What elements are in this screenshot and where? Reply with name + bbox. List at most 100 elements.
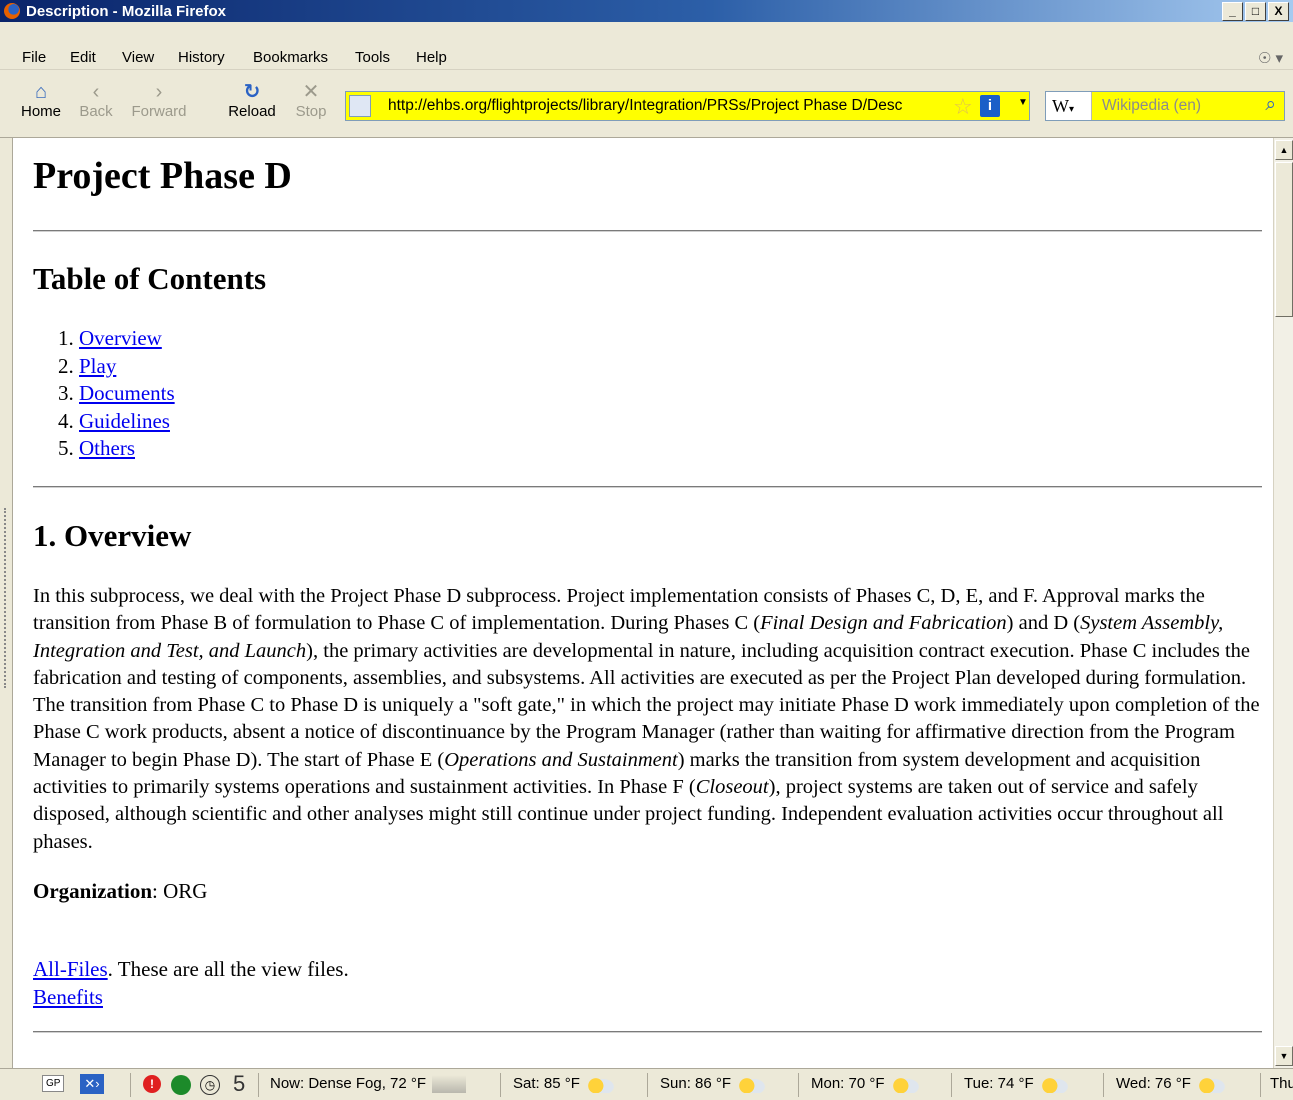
menu-bookmarks[interactable]: Bookmarks bbox=[253, 49, 328, 66]
partly-cloudy-icon bbox=[1196, 1075, 1225, 1094]
divider bbox=[1260, 1073, 1261, 1097]
divider bbox=[1103, 1073, 1104, 1097]
menu-edit[interactable]: Edit bbox=[70, 49, 96, 66]
forward-arrow-icon: › bbox=[155, 81, 163, 103]
weather-now-text: Now: Dense Fog, 72 °F bbox=[270, 1075, 427, 1092]
search-icon[interactable]: ⌕ bbox=[1265, 94, 1276, 116]
reload-button[interactable]: ↻ Reload bbox=[224, 81, 280, 120]
page-title: Project Phase D bbox=[33, 155, 292, 197]
links-block: All-Files. These are all the view files.… bbox=[33, 956, 349, 1011]
thunderstorm-icon bbox=[585, 1075, 614, 1094]
close-button[interactable]: X bbox=[1268, 2, 1289, 21]
title-bar: Description - Mozilla Firefox _ □ X bbox=[0, 0, 1293, 22]
gp-icon[interactable]: GP bbox=[42, 1075, 65, 1092]
paragraph-italic: Final Design and Fabrication bbox=[760, 612, 1007, 635]
scroll-down-button[interactable]: ▼ bbox=[1275, 1046, 1293, 1066]
toc-link-others[interactable]: Others bbox=[79, 436, 135, 460]
menu-history[interactable]: History bbox=[178, 49, 225, 66]
weather-wed[interactable]: Wed: 76 °F bbox=[1116, 1075, 1225, 1094]
search-engine-selector[interactable]: W▾ bbox=[1046, 92, 1092, 120]
list-item: 2. Play bbox=[58, 353, 175, 381]
wikipedia-icon: W bbox=[1052, 96, 1069, 116]
back-button[interactable]: ‹ Back bbox=[76, 81, 116, 120]
weather-wed-text: Wed: 76 °F bbox=[1116, 1075, 1191, 1092]
fog-icon bbox=[432, 1075, 467, 1094]
navigation-toolbar: ⌂ Home ‹ Back › Forward ↻ Reload ✕ Stop … bbox=[0, 71, 1293, 138]
alert-icon[interactable]: ! bbox=[143, 1075, 161, 1093]
weather-mon[interactable]: Mon: 70 °F bbox=[811, 1075, 919, 1094]
divider bbox=[258, 1073, 259, 1097]
url-text[interactable]: http://ehbs.org/flightprojects/library/I… bbox=[388, 97, 948, 115]
search-input[interactable]: Wikipedia (en) bbox=[1102, 97, 1201, 115]
stop-button[interactable]: ✕ Stop bbox=[292, 81, 330, 120]
globe-icon[interactable] bbox=[171, 1075, 191, 1095]
minimize-button[interactable]: _ bbox=[1222, 2, 1243, 21]
home-label: Home bbox=[20, 103, 61, 120]
list-item: 1. Overview bbox=[58, 325, 175, 353]
list-item: 4. Guidelines bbox=[58, 408, 175, 436]
overview-paragraph: In this subprocess, we deal with the Pro… bbox=[33, 583, 1262, 856]
status-bar: GP ✕› ! ◷ 5 Now: Dense Fog, 72 °F Sat: 8… bbox=[0, 1068, 1293, 1100]
divider bbox=[951, 1073, 952, 1097]
firefox-logo-icon bbox=[4, 3, 20, 19]
maximize-button[interactable]: □ bbox=[1245, 2, 1266, 21]
organization-label: Organization bbox=[33, 879, 152, 903]
stop-x-icon: ✕ bbox=[302, 81, 320, 103]
toc-link-play[interactable]: Play bbox=[79, 354, 116, 378]
weather-sun[interactable]: Sun: 86 °F bbox=[660, 1075, 766, 1094]
extension-x-icon[interactable]: ✕› bbox=[80, 1074, 104, 1094]
activity-throbber-icon: ☉ ▾ bbox=[1257, 50, 1283, 67]
info-icon[interactable]: i bbox=[980, 95, 1000, 117]
home-button[interactable]: ⌂ Home bbox=[19, 81, 63, 120]
divider bbox=[647, 1073, 648, 1097]
partly-cloudy-icon bbox=[737, 1075, 766, 1094]
back-label: Back bbox=[79, 103, 113, 120]
clock-icon[interactable]: ◷ bbox=[200, 1075, 220, 1095]
window-controls: _ □ X bbox=[1222, 2, 1289, 21]
weather-mon-text: Mon: 70 °F bbox=[811, 1075, 885, 1092]
toc-link-documents[interactable]: Documents bbox=[79, 381, 175, 405]
grip-icon bbox=[4, 508, 8, 688]
chevron-down-icon[interactable]: ▼ bbox=[1018, 97, 1028, 108]
weather-thu[interactable]: Thu bbox=[1270, 1075, 1293, 1092]
list-number: 2. bbox=[58, 353, 74, 378]
menu-help[interactable]: Help bbox=[416, 49, 447, 66]
all-files-link[interactable]: All-Files bbox=[33, 957, 108, 981]
search-bar[interactable]: W▾ Wikipedia (en) ⌕ bbox=[1045, 91, 1285, 121]
divider bbox=[500, 1073, 501, 1097]
toc-link-guidelines[interactable]: Guidelines bbox=[79, 409, 170, 433]
toc-link-overview[interactable]: Overview bbox=[79, 326, 162, 350]
weather-tue-text: Tue: 74 °F bbox=[964, 1075, 1034, 1092]
forward-button[interactable]: › Forward bbox=[126, 81, 192, 120]
menu-file[interactable]: File bbox=[22, 49, 46, 66]
scroll-up-button[interactable]: ▲ bbox=[1275, 140, 1293, 160]
vertical-scrollbar[interactable]: ▲ ▼ bbox=[1273, 138, 1293, 1068]
all-files-description: . These are all the view files. bbox=[107, 957, 349, 981]
list-item: 5. Others bbox=[58, 435, 175, 463]
list-number: 3. bbox=[58, 381, 74, 405]
organization-value: : ORG bbox=[152, 879, 208, 903]
weather-sat[interactable]: Sat: 85 °F bbox=[513, 1075, 614, 1094]
divider bbox=[33, 1031, 1262, 1033]
divider bbox=[33, 230, 1262, 232]
scroll-thumb[interactable] bbox=[1275, 162, 1293, 317]
paragraph-text: ) and D ( bbox=[1006, 612, 1081, 635]
address-bar[interactable]: http://ehbs.org/flightprojects/library/I… bbox=[345, 91, 1030, 121]
reload-icon: ↻ bbox=[243, 81, 261, 103]
divider bbox=[33, 486, 1262, 488]
weather-now[interactable]: Now: Dense Fog, 72 °F bbox=[270, 1075, 467, 1094]
weather-tue[interactable]: Tue: 74 °F bbox=[964, 1075, 1068, 1094]
sidebar-splitter[interactable] bbox=[0, 138, 12, 1068]
benefits-link[interactable]: Benefits bbox=[33, 985, 103, 1009]
bookmark-star-icon[interactable]: ☆ bbox=[953, 94, 973, 120]
divider bbox=[798, 1073, 799, 1097]
site-identity-icon[interactable] bbox=[349, 95, 371, 117]
list-number: 5. bbox=[58, 436, 74, 460]
organization-line: Organization: ORG bbox=[33, 879, 207, 904]
menu-view[interactable]: View bbox=[122, 49, 154, 66]
list-item: 3. Documents bbox=[58, 380, 175, 408]
menu-tools[interactable]: Tools bbox=[355, 49, 390, 66]
chevron-down-icon: ▾ bbox=[1069, 104, 1075, 115]
toc-heading: Table of Contents bbox=[33, 261, 267, 296]
forward-label: Forward bbox=[131, 103, 187, 120]
